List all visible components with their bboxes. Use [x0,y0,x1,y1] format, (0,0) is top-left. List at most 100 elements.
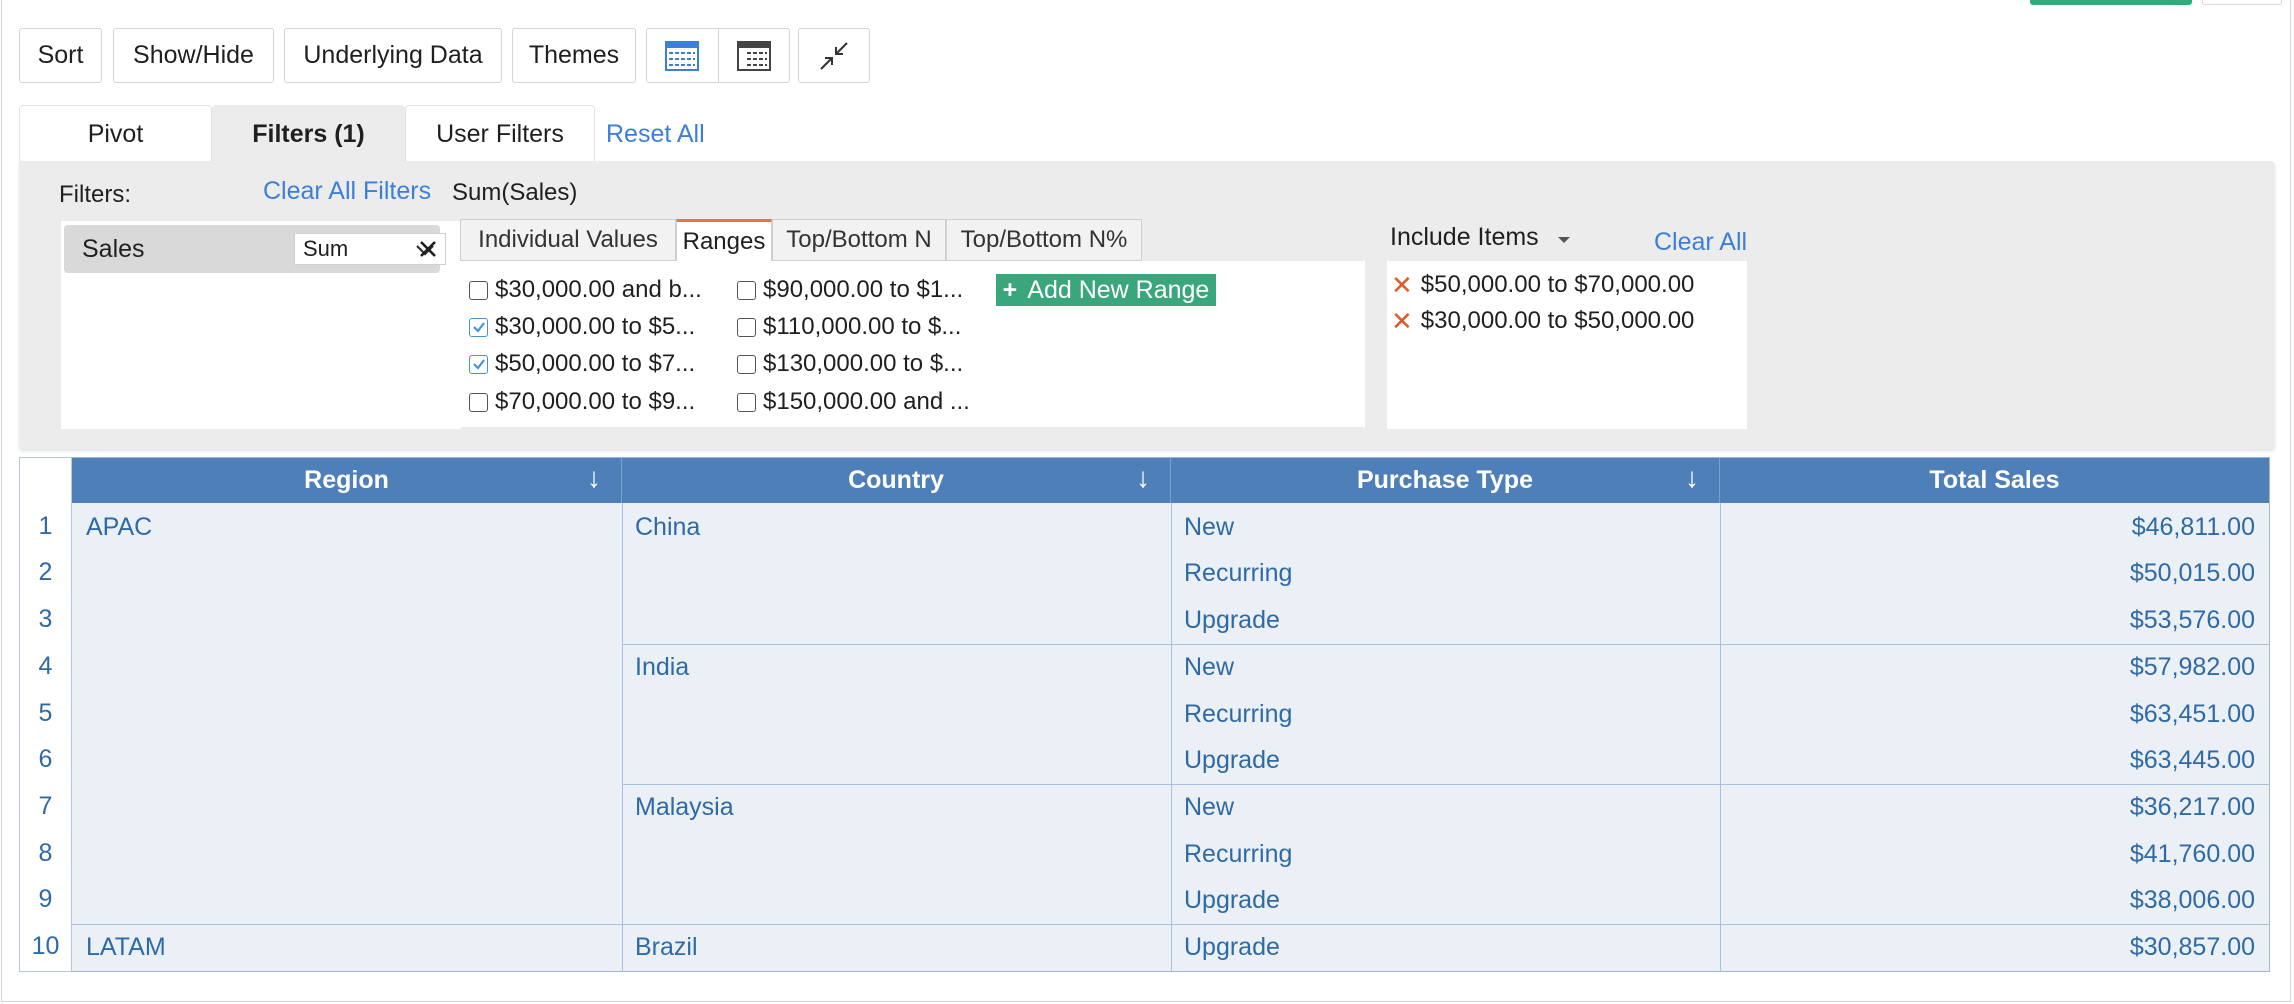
column-divider [622,503,623,972]
reset-all-link[interactable]: Reset All [606,120,705,149]
group-divider [622,644,2270,645]
total-sales-cell[interactable]: $30,857.00 [1730,933,2255,962]
sort-arrow-icon[interactable]: ↓ [1685,462,1699,494]
total-sales-cell[interactable]: $50,015.00 [1730,559,2255,588]
header-label: Total Sales [1929,466,2060,494]
purchase-type-cell[interactable]: New [1184,793,1234,822]
range-label: $90,000.00 to $1... [763,276,964,303]
top-secondary-button-edge[interactable] [2202,0,2282,5]
country-cell[interactable]: India [635,653,689,682]
total-sales-cell[interactable]: $46,811.00 [1730,513,2255,542]
range-label: $110,000.00 to $... [763,313,962,340]
total-sales-cell[interactable]: $53,576.00 [1730,606,2255,635]
header-purchase-type[interactable]: Purchase Type ↓ [1171,458,1720,503]
column-divider [1171,503,1172,972]
subtab-top-bottom-n-percent[interactable]: Top/Bottom N% [946,219,1142,261]
sort-arrow-icon[interactable]: ↓ [587,462,601,494]
range-label: $30,000.00 to $5... [495,313,696,340]
country-cell[interactable]: Malaysia [635,793,734,822]
underlying-data-button[interactable]: Underlying Data [284,28,502,83]
filters-label: Filters: [59,181,131,208]
total-sales-cell[interactable]: $36,217.00 [1730,793,2255,822]
subtab-individual-values[interactable]: Individual Values [460,219,676,261]
row-number: 3 [38,605,53,633]
tabular-layout-icon[interactable] [647,29,719,82]
header-label: Purchase Type [1356,466,1533,494]
purchase-type-cell[interactable]: Upgrade [1184,746,1280,775]
row-number: 2 [38,558,53,586]
compact-layout-icon[interactable] [719,29,790,82]
range-option[interactable]: $130,000.00 to $... [737,350,963,378]
range-checkbox[interactable] [737,354,756,374]
header-total-sales[interactable]: Total Sales [1720,458,2269,503]
row-number: 5 [38,699,53,727]
header-label: Country [848,466,944,494]
clear-all-link[interactable]: Clear All [1654,228,1747,257]
country-cell[interactable]: China [635,513,700,542]
range-checkbox[interactable] [469,392,488,412]
total-sales-cell[interactable]: $63,445.00 [1730,746,2255,775]
filters-panel: Filters: Clear All Filters Sales Sum Sum… [19,161,2275,449]
plus-icon: + [1002,275,1018,304]
range-option[interactable]: $70,000.00 to $9... [469,388,695,416]
range-checkbox[interactable] [469,280,488,300]
country-cell[interactable]: Brazil [635,933,698,962]
filter-field-chip[interactable]: Sales Sum [64,225,446,273]
collapse-arrows-icon [820,41,848,70]
purchase-type-cell[interactable]: Recurring [1184,840,1292,869]
range-checkbox[interactable] [737,392,756,412]
layout-toggle-group [646,28,790,83]
purchase-type-cell[interactable]: Upgrade [1184,606,1280,635]
field-name: Sales [82,235,145,263]
total-sales-cell[interactable]: $41,760.00 [1730,840,2255,869]
show-hide-button[interactable]: Show/Hide [113,28,274,83]
collapse-panel-button[interactable] [798,28,870,83]
total-sales-cell[interactable]: $57,982.00 [1730,653,2255,682]
range-option[interactable]: $50,000.00 to $7... [469,350,695,378]
purchase-type-cell[interactable]: Upgrade [1184,933,1280,962]
range-option[interactable]: $110,000.00 to $... [737,313,961,341]
range-checkbox[interactable] [469,354,488,374]
remove-item-icon[interactable]: ✕ [1391,308,1413,334]
range-option[interactable]: $30,000.00 and b... [469,276,702,304]
region-cell[interactable]: LATAM [86,933,166,962]
themes-button[interactable]: Themes [512,28,636,83]
row-number: 1 [38,512,53,540]
sort-arrow-icon[interactable]: ↓ [1136,462,1150,494]
remove-field-icon[interactable] [418,239,438,259]
range-option[interactable]: $90,000.00 to $1... [737,276,963,304]
clear-all-filters-link[interactable]: Clear All Filters [263,177,431,206]
tab-pivot[interactable]: Pivot [19,105,212,163]
total-sales-cell[interactable]: $38,006.00 [1730,886,2255,915]
aggregate-value: Sum [303,236,349,261]
group-divider [622,784,2270,785]
row-number: 4 [38,652,53,680]
range-checkbox[interactable] [469,317,488,337]
range-option[interactable]: $150,000.00 and ... [737,388,970,416]
remove-item-icon[interactable]: ✕ [1391,272,1413,298]
range-checkbox[interactable] [737,317,756,337]
header-country[interactable]: Country ↓ [622,458,1171,503]
total-sales-cell[interactable]: $63,451.00 [1730,700,2255,729]
header-region[interactable]: Region ↓ [72,458,622,503]
purchase-type-cell[interactable]: Upgrade [1184,886,1280,915]
top-action-button-edge[interactable] [2030,0,2192,5]
range-label: $150,000.00 and ... [763,388,970,415]
range-option[interactable]: $30,000.00 to $5... [469,313,695,341]
subtab-ranges[interactable]: Ranges [676,219,772,261]
range-label: $70,000.00 to $9... [495,388,696,415]
tab-filters[interactable]: Filters (1) [212,105,405,163]
sort-button[interactable]: Sort [19,28,102,83]
subtab-top-bottom-n[interactable]: Top/Bottom N [772,219,946,261]
add-new-range-button[interactable]: + Add New Range [996,274,1216,306]
column-divider [1720,503,1721,972]
purchase-type-cell[interactable]: Recurring [1184,559,1292,588]
range-checkbox[interactable] [737,280,756,300]
purchase-type-cell[interactable]: New [1184,513,1234,542]
include-items-label[interactable]: Include Items [1390,223,1572,252]
purchase-type-cell[interactable]: New [1184,653,1234,682]
purchase-type-cell[interactable]: Recurring [1184,700,1292,729]
region-cell[interactable]: APAC [86,513,152,542]
filter-title: Sum(Sales) [452,179,578,206]
tab-user-filters[interactable]: User Filters [405,105,595,163]
